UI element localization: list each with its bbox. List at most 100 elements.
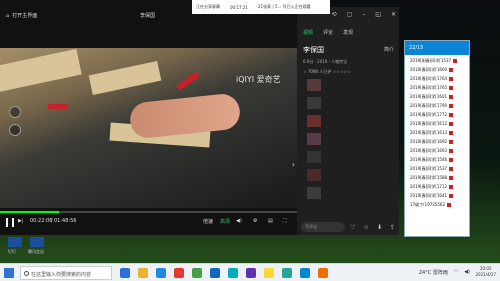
clock-date: 2021/4/27 [475, 272, 496, 277]
share-status: 正在分享屏幕 [196, 4, 220, 9]
danmaku-icon[interactable]: ▤ [268, 218, 273, 224]
settings-icon[interactable]: ⚙ [253, 218, 257, 224]
participant-row[interactable]: 2019[春]同学[1765 [405, 83, 469, 92]
network-icon[interactable]: ◠ [454, 269, 458, 276]
word-icon[interactable] [210, 268, 220, 278]
windows-start-icon[interactable] [4, 268, 14, 278]
skip-next-icon[interactable]: ▶| [18, 218, 24, 224]
volume-icon[interactable]: ◀) [236, 218, 242, 224]
thumbnail[interactable] [307, 169, 321, 181]
mic-muted-icon [449, 85, 454, 90]
tab-video[interactable]: 视频 [303, 29, 313, 36]
app-icon[interactable] [300, 268, 310, 278]
dingtalk-icon[interactable] [8, 237, 22, 247]
share-icon[interactable]: ⇪ [390, 224, 395, 231]
mic-muted-icon [449, 67, 454, 72]
app-icon[interactable] [174, 268, 184, 278]
pause-button[interactable] [6, 218, 14, 227]
chevron-right-icon[interactable]: › [292, 160, 295, 169]
thumbnail[interactable] [307, 133, 321, 145]
participant-name: 2019[春]同学[1613 [410, 129, 448, 135]
participant-row[interactable]: 17级丁(19735562 [405, 200, 469, 209]
participant-row[interactable]: 2019[春]同学[1712 [405, 182, 469, 191]
volume-icon[interactable]: ◀) [464, 269, 470, 276]
taskbar-clock[interactable]: 20:05 2021/4/27 [475, 266, 496, 278]
collect-icon[interactable]: ☆ [364, 224, 369, 231]
thumbnail[interactable] [307, 79, 321, 91]
app-icon[interactable] [264, 268, 274, 278]
participant-row[interactable]: 2019[阳春]同学[1537 [405, 56, 469, 65]
time-total: 01:48:56 [54, 218, 77, 224]
participant-row[interactable]: 2019[春]同学[1692 [405, 137, 469, 146]
thumbnail[interactable] [307, 97, 321, 109]
participant-row[interactable]: 2019[春]同学[1790 [405, 101, 469, 110]
quality-button[interactable]: 高清 [220, 218, 230, 225]
restore-icon[interactable]: ◱ [375, 11, 381, 18]
minimize-icon[interactable]: – [362, 11, 365, 18]
participant-row[interactable]: 2019[春]同学[1601 [405, 92, 469, 101]
video-player-window: ⌂ 打开主界面 李保国 iQIYI 爱奇艺 › ▶| 00:22:06 / 01… [0, 0, 297, 254]
side-panel: ⟲ ▢ – ◱ ✕ 视频 评论 发现 李保国 简介 6.6分 · 2019 · … [297, 7, 399, 235]
record-icon[interactable] [9, 124, 21, 136]
rating-row[interactable]: ☆ 7090 人已评 ☆☆☆☆☆ [303, 69, 351, 75]
mic-muted-icon [449, 121, 454, 126]
pin-icon[interactable]: ▢ [347, 11, 353, 18]
participant-row[interactable]: 2019[春]同学[1693 [405, 146, 469, 155]
progress-bar[interactable] [0, 211, 297, 213]
app-icon[interactable] [282, 268, 292, 278]
thumbnail[interactable] [307, 187, 321, 199]
download-icon[interactable]: ⬇ [377, 224, 382, 231]
mic-muted-icon [447, 202, 452, 207]
back-icon[interactable]: ⟲ [332, 11, 337, 18]
participant-name: 2019[春]同学[1693 [410, 147, 448, 153]
app-icon[interactable] [192, 268, 202, 278]
rating-count: 7090 人已评 [307, 69, 332, 74]
participant-row[interactable]: 2019[春]同学[1641 [405, 191, 469, 200]
participant-row[interactable]: 2019[春]同学[1600 [405, 65, 469, 74]
dock-label: 腾讯会议 [28, 249, 44, 254]
participant-row[interactable]: 2019[春]同学[1613 [405, 128, 469, 137]
thumbnail[interactable] [307, 115, 321, 127]
mic-muted-icon [449, 94, 454, 99]
panel-tabs: 视频 评论 发现 [303, 29, 353, 36]
fullscreen-icon[interactable]: ⛶ [283, 218, 287, 224]
participant-row[interactable]: 2019[春]同学[1612 [405, 119, 469, 128]
participant-row[interactable]: 2019[春]同学[1546 [405, 155, 469, 164]
participant-name: 2019[春]同学[1772 [410, 111, 448, 117]
open-main-button[interactable]: ⌂ 打开主界面 [6, 12, 37, 20]
like-icon[interactable]: ♡ [350, 224, 355, 231]
thumbnail[interactable] [307, 151, 321, 163]
participant-count: 22/15 [405, 41, 469, 55]
video-content [176, 71, 200, 91]
app-icon[interactable] [246, 268, 256, 278]
tab-discover[interactable]: 发现 [343, 29, 353, 36]
close-icon[interactable]: ✕ [391, 11, 396, 18]
file-explorer-icon[interactable] [138, 268, 148, 278]
app-icon[interactable] [318, 268, 328, 278]
task-view-icon[interactable] [120, 268, 130, 278]
participant-name: 2019[春]同学[1588 [410, 174, 448, 180]
mic-muted-icon [449, 184, 454, 189]
edge-icon[interactable] [156, 268, 166, 278]
taskbar-search[interactable]: 在这里输入你要搜索的内容 [20, 266, 112, 280]
mic-muted-icon [449, 112, 454, 117]
iqiyi-logo: iQIYI 爱奇艺 [236, 75, 281, 84]
participant-row[interactable]: 2019[春]同学[1588 [405, 173, 469, 182]
speed-button[interactable]: 倍速 [203, 218, 213, 225]
related-thumbnails [307, 79, 367, 205]
app-icon[interactable] [228, 268, 238, 278]
participant-name: 17级丁(19735562 [410, 201, 446, 207]
screenshot-icon[interactable] [9, 106, 21, 118]
weather-widget[interactable]: 24°C 雷阵雨 [419, 269, 448, 276]
participant-row[interactable]: 2019[春]同学[1772 [405, 110, 469, 119]
mic-muted-icon [453, 58, 458, 63]
intro-link[interactable]: 简介 [384, 46, 394, 53]
comment-input[interactable]: 写评论 [301, 222, 345, 232]
video-frame[interactable]: iQIYI 爱奇艺 › [0, 48, 297, 208]
mic-muted-icon [449, 157, 454, 162]
tab-comments[interactable]: 评论 [323, 29, 333, 36]
participant-name: 2019[春]同学[1712 [410, 183, 448, 189]
participant-row[interactable]: 2019[春]同学[1764 [405, 74, 469, 83]
participant-row[interactable]: 2019[春]同学[1537 [405, 164, 469, 173]
tencent-meeting-icon[interactable] [30, 237, 44, 247]
